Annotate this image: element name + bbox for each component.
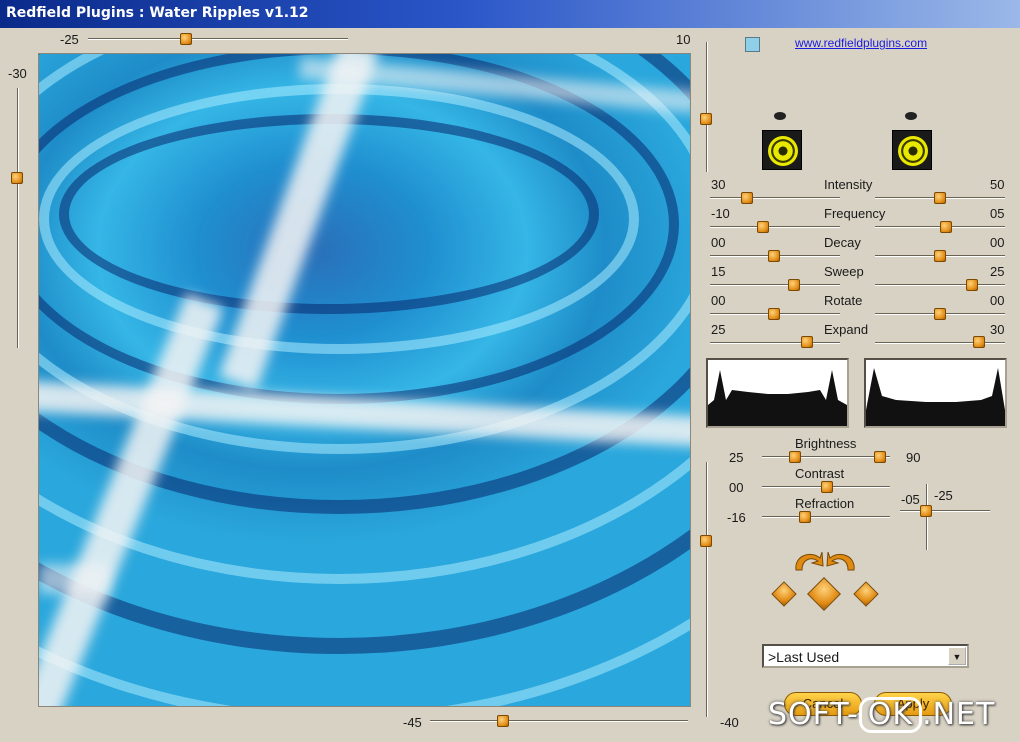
top-slider-max-label: 10 [676, 32, 691, 47]
position-x-track[interactable] [900, 510, 990, 512]
frequency-right-thumb[interactable] [940, 221, 952, 233]
expand-label: Expand [824, 322, 869, 337]
contrast-thumb[interactable] [821, 481, 833, 493]
bottom-slider-min-label: -45 [403, 715, 422, 730]
rotate-left-icon[interactable] [790, 548, 824, 572]
rotate-right-value: 00 [990, 293, 1005, 308]
rotate-label: Rotate [824, 293, 863, 308]
decay-right-thumb[interactable] [934, 250, 946, 262]
title-bar[interactable]: Redfield Plugins : Water Ripples v1.12 [0, 0, 1020, 28]
eye-icon[interactable] [905, 112, 917, 120]
frequency-left-track[interactable] [710, 226, 840, 228]
sweep-right-thumb[interactable] [966, 279, 978, 291]
right-slider-thumb[interactable] [700, 113, 712, 125]
expand-right-track[interactable] [875, 342, 1005, 344]
expand-left-thumb[interactable] [801, 336, 813, 348]
sweep-left-thumb[interactable] [788, 279, 800, 291]
brightness-track[interactable] [762, 456, 890, 458]
preview-image[interactable] [38, 53, 691, 707]
left-slider-thumb[interactable] [11, 172, 23, 184]
contrast-label: Contrast [795, 466, 845, 481]
watermark-left: SOFT- [768, 697, 859, 732]
sweep-left-value: 15 [711, 264, 726, 279]
expand-right-thumb[interactable] [973, 336, 985, 348]
position-x-label: -05 [901, 492, 920, 507]
sweep-right-track[interactable] [875, 284, 1005, 286]
preset-selected: >Last Used [768, 649, 840, 665]
refraction-value: -16 [727, 510, 746, 525]
eye-icon[interactable] [774, 112, 786, 120]
chevron-down-icon[interactable]: ▼ [948, 647, 966, 665]
website-link[interactable]: www.redfieldplugins.com [795, 36, 927, 50]
brightness-thumb-low[interactable] [789, 451, 801, 463]
frequency-left-value: -10 [711, 206, 730, 221]
sweep-right-value: 25 [990, 264, 1005, 279]
watermark-right: .NET [922, 697, 996, 732]
frequency-right-value: 05 [990, 206, 1005, 221]
expand-left-track[interactable] [710, 342, 840, 344]
waveform-graph-right [864, 358, 1007, 428]
preview-checkbox[interactable] [745, 37, 760, 52]
window-title: Redfield Plugins : Water Ripples v1.12 [6, 5, 309, 21]
watermark: SOFT- OK .NET [768, 697, 995, 733]
bottom-slider-track[interactable] [430, 720, 688, 722]
contrast-value: 00 [729, 480, 744, 495]
intensity-label: Intensity [824, 177, 873, 192]
refraction-track[interactable] [762, 516, 890, 518]
left-slider-track[interactable] [17, 88, 19, 348]
frequency-label: Frequency [824, 206, 886, 221]
position-y-label: -25 [934, 488, 953, 503]
rotate-right-icon[interactable] [826, 548, 860, 572]
refraction-thumb[interactable] [799, 511, 811, 523]
position-xy-thumb[interactable] [920, 505, 932, 517]
brightness-value: 25 [729, 450, 744, 465]
intensity-right-thumb[interactable] [934, 192, 946, 204]
diamond-arrow-icon[interactable] [853, 581, 879, 607]
diamond-arrow-icon[interactable] [807, 577, 841, 611]
expand-left-value: 25 [711, 322, 726, 337]
decay-label: Decay [824, 235, 861, 250]
brightness-thumb-high[interactable] [874, 451, 886, 463]
brightness-extra-value: 90 [906, 450, 921, 465]
frequency-left-thumb[interactable] [757, 221, 769, 233]
intensity-left-thumb[interactable] [741, 192, 753, 204]
lower-right-slider-track[interactable] [706, 462, 708, 717]
refraction-label: Refraction [795, 496, 855, 511]
decay-left-value: 00 [711, 235, 726, 250]
right-slider-track[interactable] [706, 42, 708, 172]
waveform-graph-left [706, 358, 849, 428]
expand-right-value: 30 [990, 322, 1005, 337]
speaker-icon[interactable] [892, 130, 932, 170]
intensity-right-value: 50 [990, 177, 1005, 192]
position-y-track[interactable] [926, 484, 928, 550]
rotate-left-thumb[interactable] [768, 308, 780, 320]
diamond-arrow-icon[interactable] [771, 581, 797, 607]
bottom-slider-thumb[interactable] [497, 715, 509, 727]
speaker-icon[interactable] [762, 130, 802, 170]
decay-right-value: 00 [990, 235, 1005, 250]
top-slider-thumb[interactable] [180, 33, 192, 45]
watermark-ok: OK [858, 697, 923, 733]
intensity-left-track[interactable] [710, 197, 840, 199]
sweep-left-track[interactable] [710, 284, 840, 286]
intensity-left-value: 30 [711, 177, 726, 192]
rotate-right-thumb[interactable] [934, 308, 946, 320]
preset-dropdown[interactable]: >Last Used ▼ [762, 644, 969, 668]
left-slider-label: -30 [8, 66, 27, 81]
brightness-label: Brightness [795, 436, 857, 451]
decay-left-thumb[interactable] [768, 250, 780, 262]
sweep-label: Sweep [824, 264, 864, 279]
lower-right-slider-thumb[interactable] [700, 535, 712, 547]
bottom-slider-max-label: -40 [720, 715, 739, 730]
top-slider-min-label: -25 [60, 32, 79, 47]
rotate-left-value: 00 [711, 293, 726, 308]
top-slider-track[interactable] [88, 38, 348, 40]
